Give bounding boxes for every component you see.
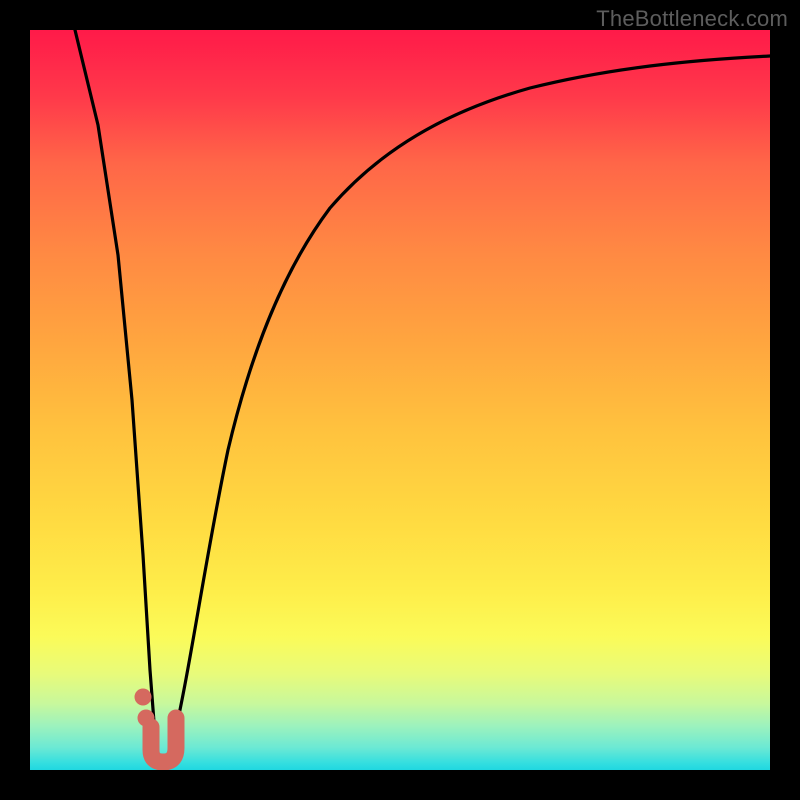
plot-area xyxy=(30,30,770,770)
curve-layer xyxy=(30,30,770,770)
curve-left-branch xyxy=(75,30,155,735)
curve-right-branch xyxy=(173,56,770,742)
chart-frame: { "watermark": "TheBottleneck.com", "col… xyxy=(0,0,800,800)
marker-hook xyxy=(151,718,176,762)
watermark-text: TheBottleneck.com xyxy=(596,6,788,32)
marker-point-a xyxy=(135,689,152,706)
